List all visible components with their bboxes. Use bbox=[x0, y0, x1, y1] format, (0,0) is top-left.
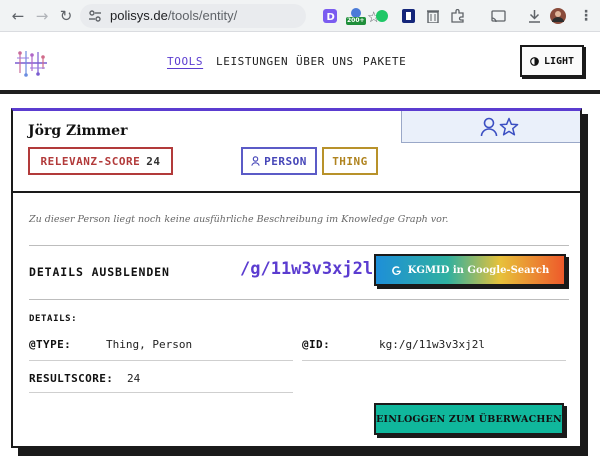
shield-extension-icon[interactable] bbox=[400, 8, 416, 24]
nav-ueber-uns[interactable]: ÜBER UNS bbox=[296, 55, 354, 68]
nav-leistungen[interactable]: LEISTUNGEN bbox=[216, 55, 288, 68]
type-badge-person-label: PERSON bbox=[264, 154, 307, 168]
site-settings-icon[interactable] bbox=[88, 9, 102, 23]
browser-toolbar: ← → ↻ polisys.de/tools/entity/ ☆ D 200+ bbox=[0, 0, 600, 32]
url-path: /tools/entity/ bbox=[167, 8, 238, 23]
forward-icon[interactable]: → bbox=[32, 6, 52, 26]
type-badge-person[interactable]: PERSON bbox=[241, 147, 317, 175]
profile-avatar[interactable] bbox=[550, 8, 566, 24]
header-divider bbox=[0, 90, 600, 94]
person-icon bbox=[251, 156, 260, 166]
type-value: Thing, Person bbox=[106, 338, 193, 351]
id-value: kg:/g/11w3v3xj2l bbox=[379, 338, 485, 351]
person-outline-icon[interactable] bbox=[480, 117, 498, 137]
logo[interactable] bbox=[12, 47, 50, 79]
download-icon[interactable] bbox=[526, 8, 542, 24]
google-icon bbox=[391, 265, 401, 275]
theme-toggle-button[interactable]: LIGHT bbox=[520, 45, 584, 77]
details-heading: DETAILS: bbox=[29, 314, 78, 324]
field-divider bbox=[302, 360, 566, 361]
card-divider bbox=[13, 191, 580, 193]
score-value: 24 bbox=[146, 154, 161, 168]
field-divider bbox=[29, 360, 293, 361]
resultscore-value: 24 bbox=[127, 372, 141, 385]
login-to-watch-label: EINLOGGEN ZUM ÜBERWACHEN bbox=[376, 413, 562, 425]
trash-extension-icon[interactable] bbox=[425, 8, 441, 24]
reload-icon[interactable]: ↻ bbox=[56, 6, 76, 26]
field-divider bbox=[29, 392, 293, 393]
green-dot-extension-icon[interactable] bbox=[374, 8, 390, 24]
counter-badge: 200+ bbox=[347, 17, 365, 24]
type-badge-thing-label: THING bbox=[332, 154, 368, 168]
svg-text:D: D bbox=[327, 12, 335, 23]
google-search-button[interactable]: KGMID in Google-Search bbox=[374, 254, 566, 286]
counter-extension-icon[interactable]: 200+ bbox=[345, 8, 367, 25]
watch-panel bbox=[401, 111, 580, 143]
address-bar[interactable]: polisys.de/tools/entity/ ☆ bbox=[80, 4, 380, 28]
menu-icon[interactable]: ⋮ bbox=[578, 8, 594, 24]
type-key: @TYPE: bbox=[29, 338, 72, 351]
details-toggle[interactable]: DETAILS AUSBLENDEN bbox=[29, 265, 170, 279]
cast-icon[interactable] bbox=[490, 8, 506, 24]
divider bbox=[29, 299, 569, 300]
nav-pakete[interactable]: PAKETE bbox=[363, 55, 406, 68]
relevance-score-badge: RELEVANZ-SCORE 24 bbox=[28, 147, 173, 175]
entity-name: Jörg Zimmer bbox=[28, 123, 128, 139]
half-circle-icon bbox=[530, 56, 539, 66]
score-label: RELEVANZ-SCORE bbox=[40, 154, 141, 168]
id-key: @ID: bbox=[302, 338, 331, 351]
login-to-watch-button[interactable]: EINLOGGEN ZUM ÜBERWACHEN bbox=[374, 403, 564, 435]
entity-card: Jörg Zimmer RELEVANZ-SCORE 24 PERSON THI… bbox=[11, 108, 582, 448]
nav-tools[interactable]: TOOLS bbox=[167, 55, 203, 68]
type-badge-thing[interactable]: THING bbox=[322, 147, 378, 175]
google-search-label: KGMID in Google-Search bbox=[407, 264, 550, 276]
divider bbox=[29, 245, 569, 246]
puzzle-icon[interactable] bbox=[450, 8, 466, 24]
entity-description: Zu dieser Person liegt noch keine ausfüh… bbox=[29, 214, 449, 225]
star-outline-icon[interactable] bbox=[499, 117, 519, 137]
d-extension-icon[interactable]: D bbox=[322, 8, 338, 24]
theme-toggle-label: LIGHT bbox=[543, 55, 575, 67]
back-icon[interactable]: ← bbox=[8, 6, 28, 26]
kgmid-value: /g/11w3v3xj2l bbox=[240, 259, 374, 279]
resultscore-key: RESULTSCORE: bbox=[29, 372, 114, 385]
url-domain: polisys.de bbox=[110, 8, 168, 23]
url-text: polisys.de/tools/entity/ bbox=[110, 8, 237, 23]
